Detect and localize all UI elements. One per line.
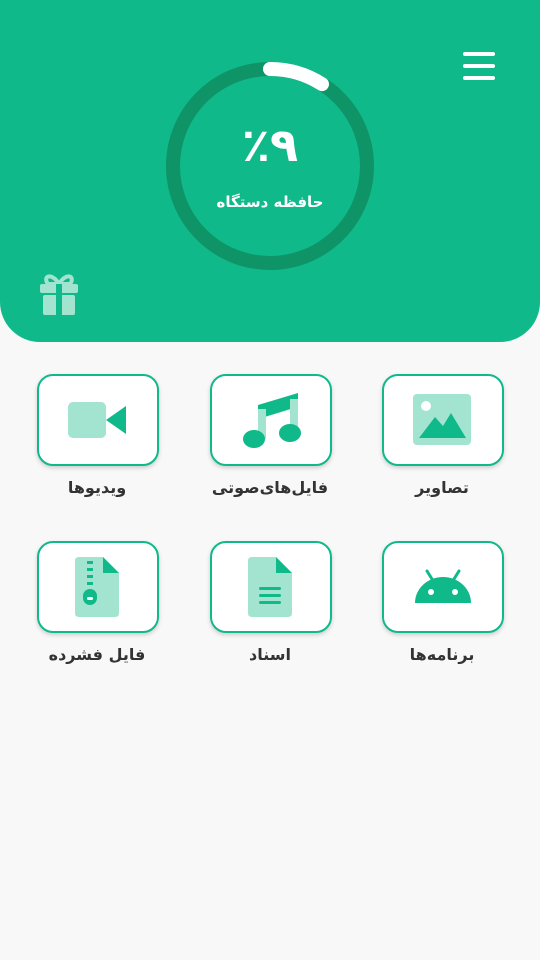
image-icon bbox=[413, 394, 471, 445]
category-audio-label: فایل‌های‌صوتی bbox=[211, 478, 329, 497]
android-icon bbox=[415, 569, 471, 603]
category-archives[interactable] bbox=[37, 541, 159, 633]
category-archives-label: فایل فشرده bbox=[48, 645, 146, 664]
document-icon bbox=[248, 557, 292, 617]
category-documents[interactable] bbox=[210, 541, 332, 633]
video-camera-icon bbox=[68, 402, 126, 438]
category-apps[interactable] bbox=[382, 541, 504, 633]
storage-percent: ٩٪ bbox=[241, 118, 299, 172]
menu-bar bbox=[463, 52, 495, 56]
category-images-label: تصاویر bbox=[415, 478, 469, 497]
menu-bar bbox=[463, 76, 495, 80]
category-documents-label: اسناد bbox=[249, 645, 291, 664]
category-videos[interactable] bbox=[37, 374, 159, 466]
gift-icon bbox=[40, 274, 78, 315]
category-audio[interactable] bbox=[210, 374, 332, 466]
menu-bar bbox=[463, 64, 495, 68]
category-images[interactable] bbox=[382, 374, 504, 466]
music-note-icon bbox=[243, 393, 301, 448]
category-videos-label: ویدیوها bbox=[67, 478, 127, 497]
storage-label: حافظه دستگاه bbox=[216, 193, 324, 211]
category-apps-label: برنامه‌ها bbox=[409, 645, 475, 664]
header: ٩٪ حافظه دستگاه bbox=[0, 0, 540, 342]
menu-button[interactable] bbox=[456, 44, 502, 88]
gift-button[interactable] bbox=[34, 270, 84, 320]
zip-file-icon bbox=[75, 557, 119, 617]
